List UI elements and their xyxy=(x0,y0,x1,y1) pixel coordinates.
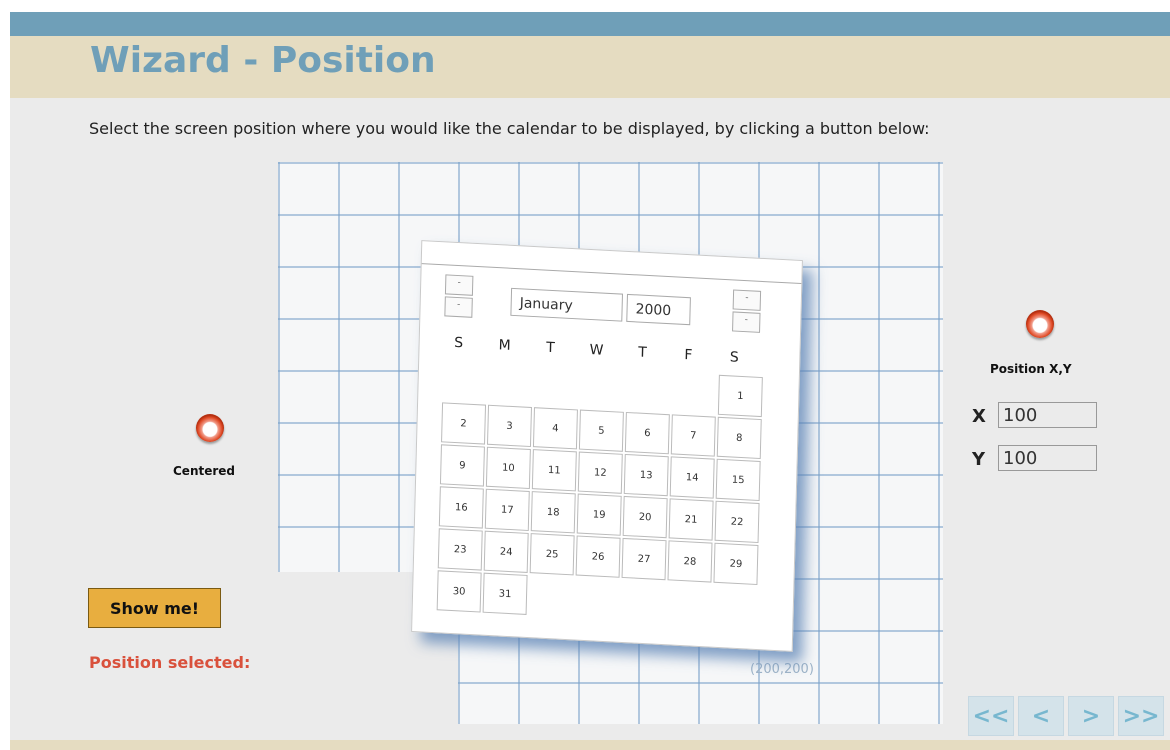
position-xy-radio-button[interactable] xyxy=(1026,310,1054,338)
show-me-button[interactable]: Show me! xyxy=(88,588,221,628)
year-decrement-spinner: - xyxy=(444,274,474,296)
calendar-day-cell: 16 xyxy=(438,486,484,529)
next-page-button[interactable]: > xyxy=(1068,696,1114,736)
calendar-day-cell: 14 xyxy=(669,456,715,499)
last-page-button[interactable]: >> xyxy=(1118,696,1164,736)
top-accent-bar xyxy=(10,12,1170,36)
calendar-day-cell: 20 xyxy=(622,495,668,539)
calendar-day-cell: 29 xyxy=(713,542,759,586)
calendar-day-cell: 28 xyxy=(667,540,713,583)
y-coordinate-input[interactable] xyxy=(998,445,1097,471)
calendar-day-cell: 21 xyxy=(668,498,714,541)
centered-label: Centered xyxy=(173,464,236,478)
year-field: 2000 xyxy=(626,293,691,326)
calendar-day-cell: 12 xyxy=(577,451,623,494)
month-field: January xyxy=(510,287,623,322)
previous-page-button[interactable]: < xyxy=(1018,696,1064,736)
day-of-week-label: F xyxy=(684,346,693,364)
day-of-week-label: T xyxy=(546,339,556,357)
day-of-week-label: M xyxy=(498,337,511,354)
year-increment-spinner: - xyxy=(444,296,473,318)
calendar-day-cell: 31 xyxy=(482,572,528,615)
instruction-text: Select the screen position where you wou… xyxy=(89,119,930,138)
centered-radio-button[interactable] xyxy=(196,414,224,442)
calendar-day-cell: 27 xyxy=(621,537,667,581)
calendar-day-cell: 11 xyxy=(531,449,577,492)
calendar-day-cell: 19 xyxy=(576,493,622,536)
month-decrement-spinner: - xyxy=(732,289,762,311)
calendar-day-cell: 13 xyxy=(623,453,669,497)
calendar-day-cell: 15 xyxy=(715,458,761,502)
position-xy-label: Position X,Y xyxy=(990,362,1072,376)
calendar-day-cell: 7 xyxy=(670,414,716,457)
calendar-day-cell: 30 xyxy=(436,570,482,613)
calendar-day-cell: 1 xyxy=(717,374,763,418)
calendar-day-cell: 6 xyxy=(624,411,670,455)
position-selected-label: Position selected: xyxy=(89,653,251,672)
y-label: Y xyxy=(972,449,986,470)
calendar-day-cell: 18 xyxy=(530,491,576,534)
title-bar: Wizard - Position xyxy=(10,36,1170,98)
calendar-day-cell: 5 xyxy=(578,409,624,452)
calendar-day-cell: 26 xyxy=(575,535,621,578)
page-title: Wizard - Position xyxy=(90,40,436,81)
calendar-day-cell: 4 xyxy=(532,407,578,450)
x-coordinate-input[interactable] xyxy=(998,402,1097,428)
day-of-week-label: W xyxy=(589,341,604,359)
day-of-week-label: S xyxy=(729,349,740,366)
month-increment-spinner: - xyxy=(732,311,761,333)
calendar-day-cell: 8 xyxy=(716,416,762,460)
calendar-day-cell: 3 xyxy=(486,404,532,448)
calendar-day-cell: 25 xyxy=(529,533,575,576)
calendar-top-line xyxy=(421,263,802,285)
calendar-day-cell: 24 xyxy=(483,530,529,573)
calendar-day-cell: 23 xyxy=(437,528,483,571)
calendar-day-cell: 10 xyxy=(485,446,531,490)
calendar-day-cell: 9 xyxy=(439,444,485,487)
screen-position-illustration: (200,200) - - January 2000 - - S M T W T… xyxy=(278,162,943,724)
day-of-week-label: T xyxy=(637,344,647,361)
bottom-bar xyxy=(10,740,1170,750)
wizard-window: Wizard - Position Select the screen posi… xyxy=(10,12,1170,750)
calendar-day-cell: 17 xyxy=(484,488,530,531)
day-of-week-label: S xyxy=(453,334,464,352)
calendar-day-cell: 2 xyxy=(441,402,487,445)
x-label: X xyxy=(972,406,986,427)
coordinate-label: (200,200) xyxy=(750,662,814,677)
calendar-preview: - - January 2000 - - S M T W T F S 12345… xyxy=(411,240,803,652)
first-page-button[interactable]: << xyxy=(968,696,1014,736)
calendar-day-cell: 22 xyxy=(714,500,760,544)
